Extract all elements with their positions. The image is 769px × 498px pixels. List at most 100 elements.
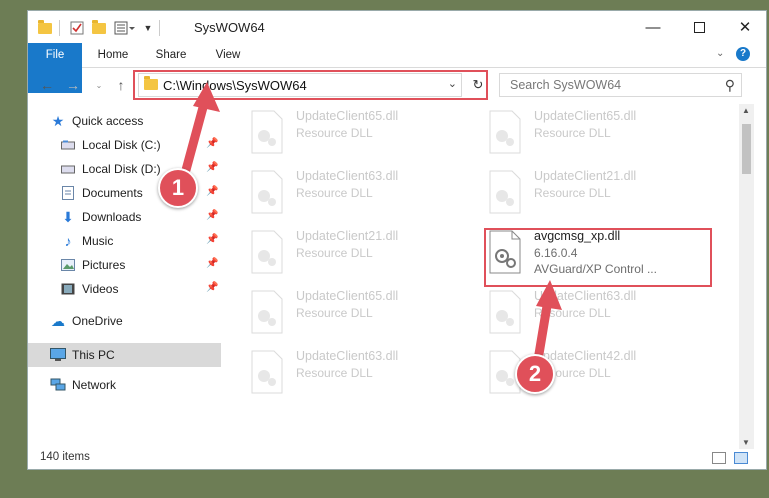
close-button[interactable]: ✕ — [722, 11, 766, 43]
search-input[interactable]: Search SysWOW64 — [510, 78, 621, 92]
divider — [159, 20, 160, 36]
sidebar-item-downloads[interactable]: ⬇ Downloads — [60, 206, 141, 228]
scroll-up-arrow-icon[interactable]: ▲ — [742, 106, 750, 115]
sidebar-item-pictures[interactable]: Pictures — [60, 254, 125, 276]
tab-share[interactable]: Share — [146, 43, 196, 67]
file-name: UpdateClient65.dll — [534, 109, 637, 123]
list-item[interactable]: UpdateClient65.dll Resource DLL — [250, 288, 480, 338]
back-arrow-icon[interactable]: ← — [38, 76, 56, 94]
sidebar-item-onedrive[interactable]: ☁ OneDrive — [50, 310, 123, 332]
list-item[interactable]: UpdateClient63.dll Resource DLL — [488, 288, 718, 338]
file-highlight — [484, 228, 712, 287]
pictures-icon — [60, 258, 76, 272]
file-name: UpdateClient63.dll — [534, 289, 637, 303]
file-name: UpdateClient63.dll — [296, 349, 399, 363]
list-item[interactable]: UpdateClient65.dll Resource DLL — [250, 108, 480, 158]
dll-file-icon — [488, 170, 522, 214]
file-name: UpdateClient63.dll — [296, 169, 399, 183]
details-view-icon[interactable] — [712, 452, 726, 464]
chevron-down-icon[interactable]: ▼ — [141, 19, 155, 37]
dll-file-icon — [488, 110, 522, 154]
search-icon[interactable]: ⚲ — [725, 77, 735, 94]
help-icon[interactable]: ? — [736, 47, 750, 61]
customize-toolbar-icon[interactable] — [112, 19, 138, 37]
pin-icon[interactable]: 📌 — [206, 258, 218, 269]
sidebar-item-label: Network — [72, 378, 117, 392]
file-name: UpdateClient65.dll — [296, 289, 399, 303]
pin-icon[interactable]: 📌 — [206, 234, 218, 245]
file-type: Resource DLL — [296, 126, 373, 140]
file-name: UpdateClient65.dll — [296, 109, 399, 123]
documents-icon — [60, 186, 76, 200]
file-type: Resource DLL — [534, 186, 611, 200]
maximize-button[interactable] — [676, 11, 722, 43]
navigation-pane: ★ Quick access Local Disk (C:) 📌 Local D… — [28, 104, 223, 449]
pin-icon[interactable]: 📌 — [206, 162, 218, 173]
address-bar-highlight — [133, 70, 488, 100]
status-bar: 140 items — [28, 447, 766, 469]
vertical-scrollbar[interactable]: ▲ ▼ — [739, 104, 754, 449]
pin-icon[interactable]: 📌 — [206, 186, 218, 197]
dll-file-icon — [250, 170, 284, 214]
large-icons-view-icon[interactable] — [734, 452, 748, 464]
list-item[interactable]: UpdateClient65.dll Resource DLL — [488, 108, 718, 158]
callout-badge-two: 2 — [515, 354, 555, 394]
tab-home[interactable]: Home — [88, 43, 138, 67]
sidebar-item-network[interactable]: Network — [50, 374, 116, 396]
sidebar-item-label: Quick access — [72, 114, 144, 128]
sidebar-item-quick-access[interactable]: ★ Quick access — [50, 110, 144, 132]
dll-file-icon — [250, 290, 284, 334]
music-note-icon: ♪ — [64, 233, 72, 249]
chevron-down-icon[interactable]: ⌄ — [716, 48, 724, 59]
title-bar: ▼ SysWOW64 — ✕ — [28, 11, 766, 43]
file-type: Resource DLL — [296, 186, 373, 200]
sidebar-item-documents[interactable]: Documents — [60, 182, 143, 204]
list-item[interactable]: UpdateClient63.dll Resource DLL — [250, 348, 480, 398]
sidebar-item-label: Documents — [82, 186, 143, 200]
computer-icon — [50, 348, 66, 362]
dll-file-icon — [250, 230, 284, 274]
file-type: Resource DLL — [296, 246, 373, 260]
sidebar-item-music[interactable]: ♪ Music — [60, 230, 114, 252]
ribbon-tabs: File Home Share View ⌄ ? — [28, 43, 766, 93]
file-type: Resource DLL — [296, 306, 373, 320]
pin-icon[interactable]: 📌 — [206, 138, 218, 149]
cloud-icon: ☁ — [51, 312, 65, 329]
film-icon — [60, 282, 76, 296]
properties-icon[interactable] — [68, 19, 86, 37]
search-box[interactable]: Search SysWOW64 ⚲ — [499, 73, 742, 97]
scroll-thumb[interactable] — [742, 124, 751, 174]
callout-badge-one: 1 — [158, 168, 198, 208]
drive-icon — [60, 162, 76, 176]
sidebar-item-local-disk-c[interactable]: Local Disk (C:) — [60, 134, 161, 156]
new-folder-icon[interactable] — [90, 19, 108, 37]
forward-arrow-icon[interactable]: → — [64, 76, 82, 94]
sidebar-item-label: Local Disk (C:) — [82, 138, 161, 152]
minimize-button[interactable]: — — [630, 11, 676, 43]
sidebar-item-label: OneDrive — [72, 314, 123, 328]
file-name: UpdateClient21.dll — [534, 169, 637, 183]
scroll-down-arrow-icon[interactable]: ▼ — [742, 438, 750, 447]
tab-view[interactable]: View — [206, 43, 250, 67]
file-type: Resource DLL — [534, 126, 611, 140]
list-item[interactable]: UpdateClient21.dll Resource DLL — [250, 228, 480, 278]
network-icon — [50, 378, 66, 392]
up-arrow-icon[interactable]: ↑ — [112, 76, 130, 94]
sidebar-item-label: Pictures — [82, 258, 126, 272]
file-type: Resource DLL — [534, 306, 611, 320]
dll-file-icon — [488, 290, 522, 334]
window-title: SysWOW64 — [194, 20, 265, 35]
list-item[interactable]: UpdateClient21.dll Resource DLL — [488, 168, 718, 218]
sidebar-item-label: Videos — [82, 282, 119, 296]
folder-icon — [36, 19, 54, 37]
sidebar-item-local-disk-d[interactable]: Local Disk (D:) — [60, 158, 161, 180]
sidebar-item-this-pc[interactable]: This PC — [50, 344, 115, 366]
dll-file-icon — [250, 350, 284, 394]
divider — [59, 20, 60, 36]
recent-locations-chevron-icon[interactable]: ⌄ — [90, 76, 108, 94]
sidebar-item-label: This PC — [72, 348, 115, 362]
sidebar-item-videos[interactable]: Videos — [60, 278, 118, 300]
pin-icon[interactable]: 📌 — [206, 282, 218, 293]
list-item[interactable]: UpdateClient63.dll Resource DLL — [250, 168, 480, 218]
pin-icon[interactable]: 📌 — [206, 210, 218, 221]
